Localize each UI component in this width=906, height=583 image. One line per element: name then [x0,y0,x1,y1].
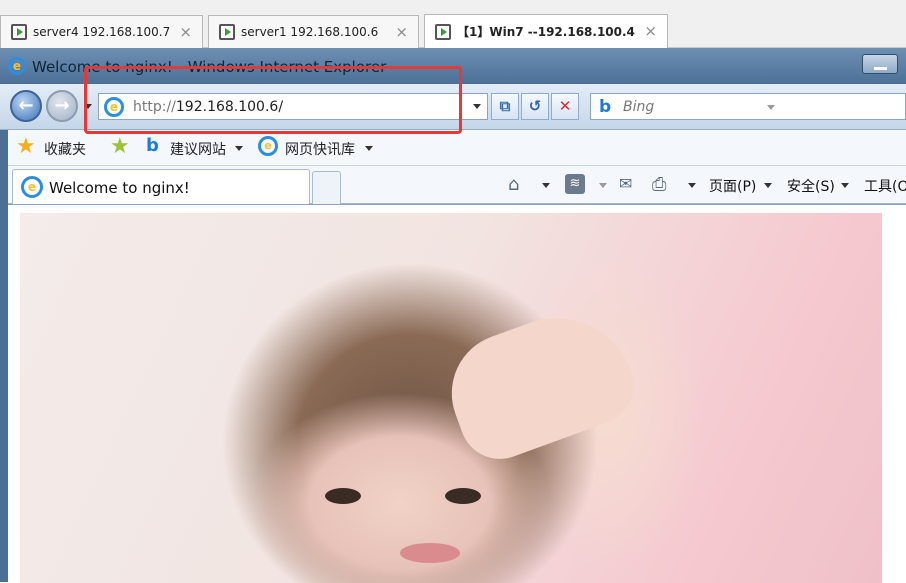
rss-icon[interactable]: ≋ [565,174,585,194]
ie-logo-icon: e [8,57,26,75]
home-icon[interactable]: ⌂ [508,174,519,195]
vm-tab-win7[interactable]: 【1】Win7 --192.168.100.4 × [424,14,668,48]
vm-tab-strip: server4 192.168.100.7 × server1 192.168.… [0,0,906,48]
forward-button[interactable]: → [46,90,78,122]
vm-tab-label: server1 192.168.100.6 [241,25,379,39]
search-dropdown-icon[interactable] [767,105,775,110]
chevron-down-icon[interactable] [841,183,849,188]
photo-eye-shape [445,488,481,504]
vm-tab-label: server4 192.168.100.7 [33,25,171,39]
ie-page-icon: e [21,176,43,198]
photo-lip-shape [400,543,460,563]
vm-tab-label: 【1】Win7 --192.168.100.4 [457,25,635,39]
refresh-button[interactable]: ↺ [521,93,549,120]
chevron-down-icon[interactable] [542,183,550,188]
search-box[interactable]: b Bing [590,93,906,120]
photo-hand-shape [434,295,646,471]
chevron-down-icon[interactable] [764,183,772,188]
tools-menu[interactable]: 工具(O) [864,176,906,196]
new-tab-button[interactable] [312,171,341,204]
tab-welcome-to-nginx[interactable]: e Welcome to nginx! [12,169,310,204]
stop-button[interactable]: ✕ [551,93,579,120]
close-icon[interactable]: × [644,22,657,40]
mail-icon[interactable]: ✉ [619,174,632,193]
favorites-bar: ★ 收藏夹 ★ b 建议网站 e 网页快讯库 [8,130,906,166]
vm-tab-server4[interactable]: server4 192.168.100.7 × [0,15,203,48]
address-dropdown-icon[interactable] [473,104,481,109]
chevron-down-icon[interactable] [235,146,243,151]
tab-label: Welcome to nginx! [49,179,190,197]
chevron-down-icon[interactable] [688,183,696,188]
vm-icon [435,23,451,40]
page-content [8,204,906,583]
bing-icon: b [146,135,159,156]
address-highlight-box [84,66,462,134]
favorites-star-icon: ★ [16,134,36,159]
compatibility-view-button[interactable]: ⧉ [491,93,519,120]
back-button[interactable]: ← [10,90,42,122]
print-icon[interactable]: ⎙ [652,174,666,195]
suggested-sites-link[interactable]: 建议网站 [170,139,226,159]
web-slice-gallery-link[interactable]: 网页快讯库 [285,139,355,159]
close-icon[interactable]: × [395,23,408,41]
vm-icon [219,24,235,40]
add-favorite-icon[interactable]: ★ [110,134,130,159]
page-photo [20,213,882,583]
page-menu[interactable]: 页面(P) [709,176,756,196]
vm-icon [11,24,27,40]
ie-page-icon: e [258,136,278,156]
tab-bar: e Welcome to nginx! ⌂ ≋ ✉ ⎙ 页面(P) 安全(S) … [8,166,906,204]
chevron-down-icon[interactable] [365,146,373,151]
search-placeholder: Bing [623,99,655,115]
bing-icon: b [599,97,612,117]
favorites-button[interactable]: 收藏夹 [44,139,86,159]
minimize-button[interactable] [862,54,898,74]
vm-tab-server1[interactable]: server1 192.168.100.6 × [208,15,419,48]
chevron-down-icon[interactable] [599,183,607,188]
photo-eye-shape [325,488,361,504]
close-icon[interactable]: × [179,23,192,41]
safety-menu[interactable]: 安全(S) [787,176,835,196]
